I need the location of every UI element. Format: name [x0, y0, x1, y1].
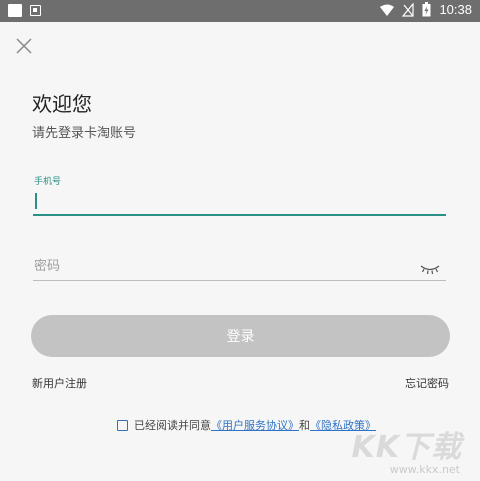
password-field-wrapper	[33, 254, 446, 281]
phone-label: 手机号	[34, 177, 62, 187]
page-title: 欢迎您	[32, 92, 92, 116]
app-notification-icon	[30, 5, 41, 16]
and-text: 和	[299, 419, 310, 432]
no-signal-icon	[402, 2, 415, 17]
toggle-password-button[interactable]	[420, 260, 440, 275]
agreement-row: 已经阅读并同意 《用户服务协议》 和 《隐私政策》	[117, 417, 376, 433]
close-icon	[16, 38, 32, 54]
phone-input[interactable]	[33, 188, 454, 212]
watermark: KK下载 www.kkx.net	[342, 422, 462, 480]
agree-text: 已经阅读并同意	[134, 419, 211, 432]
notification-square-icon	[8, 4, 22, 17]
page-subtitle: 请先登录卡淘账号	[32, 126, 137, 141]
agree-checkbox[interactable]	[117, 419, 128, 431]
status-bar: 10:38	[0, 0, 480, 22]
battery-icon	[422, 2, 431, 17]
watermark-url: www.kkx.net	[389, 463, 460, 476]
status-bar-left	[8, 4, 41, 17]
watermark-logo: KK下载	[351, 430, 462, 465]
forgot-password-link[interactable]: 忘记密码	[405, 375, 449, 391]
eye-closed-icon	[420, 265, 440, 275]
status-time: 10:38	[439, 2, 472, 17]
text-cursor	[35, 193, 37, 209]
password-input[interactable]	[33, 254, 415, 278]
terms-link[interactable]: 《用户服务协议》	[211, 417, 299, 433]
status-bar-right: 10:38	[380, 2, 472, 17]
phone-field-wrapper	[33, 188, 454, 216]
register-link[interactable]: 新用户注册	[32, 375, 87, 391]
close-button[interactable]	[14, 36, 34, 56]
login-button[interactable]: 登录	[31, 315, 450, 357]
wifi-icon	[380, 4, 395, 16]
